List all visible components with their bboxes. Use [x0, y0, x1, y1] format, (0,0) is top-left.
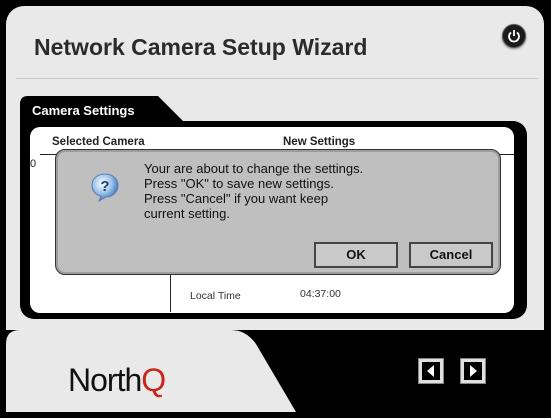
dialog-line-4: current setting.	[144, 206, 230, 221]
dialog-line-1: Your are about to change the settings.	[144, 161, 364, 176]
power-button[interactable]	[502, 24, 526, 48]
title-divider	[16, 78, 538, 79]
page-title: Network Camera Setup Wizard	[34, 34, 368, 60]
power-icon	[508, 30, 520, 43]
dialog-line-3: Press "Cancel" if you want keep	[144, 191, 329, 206]
column-divider	[170, 272, 171, 312]
cancel-button[interactable]: Cancel	[409, 242, 493, 268]
dialog-message: Your are about to change the settings. P…	[144, 161, 363, 221]
column-header-new-settings: New Settings	[283, 136, 356, 148]
dialog-line-2: Press "OK" to save new settings.	[144, 176, 334, 191]
tab-camera-settings[interactable]: Camera Settings	[32, 103, 135, 118]
back-arrow-icon	[422, 362, 440, 380]
local-time-value: 04:37:00	[300, 288, 341, 300]
next-button[interactable]	[460, 358, 486, 384]
column-header-selected-camera: Selected Camera	[52, 136, 145, 148]
ok-button[interactable]: OK	[314, 242, 398, 268]
back-button[interactable]	[418, 358, 444, 384]
camera-row-label: 0	[30, 158, 37, 170]
next-arrow-icon	[464, 362, 482, 380]
question-icon: ?	[91, 173, 119, 202]
local-time-label: Local Time	[190, 290, 241, 302]
svg-text:?: ?	[100, 178, 109, 195]
northq-logo: NorthQ	[68, 362, 166, 398]
confirm-dialog: ? Your are about to change the settings.…	[55, 149, 501, 275]
